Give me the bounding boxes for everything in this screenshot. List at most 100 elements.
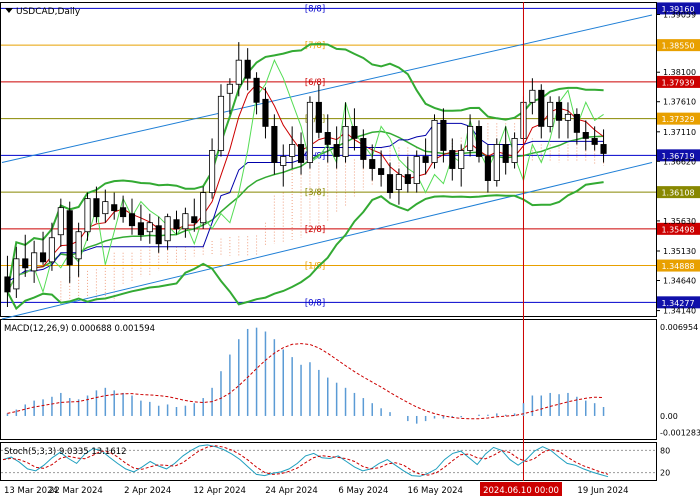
candle-body	[395, 174, 402, 190]
candle-body	[173, 219, 180, 230]
candle-body	[467, 125, 474, 151]
murrey-level-price: 1.35498	[661, 225, 694, 234]
price-tick-label: 1.34640	[663, 276, 696, 285]
candle-body	[262, 98, 269, 127]
time-axis-label: 19 Jun 2024	[577, 486, 628, 496]
murrey-level-label: [2/8]	[305, 225, 325, 235]
murrey-level-price: 1.36108	[661, 189, 694, 198]
time-axis-label: 6 May 2024	[338, 486, 388, 496]
macd-tick-label: 0.00	[660, 412, 678, 421]
candle-body	[555, 101, 563, 121]
candle-body	[386, 174, 394, 194]
candle-body	[547, 101, 554, 127]
price-tick-label: 1.36620	[663, 157, 696, 166]
candle-body	[209, 150, 216, 194]
candle-body	[573, 113, 580, 133]
murrey-level-price: 1.37329	[661, 115, 694, 124]
candle-body	[324, 132, 331, 145]
candle-body	[31, 252, 38, 272]
candle-body	[458, 150, 465, 169]
price-tick-label: 1.35130	[663, 247, 696, 256]
candle-body	[538, 89, 545, 127]
usdcad-daily-chart: [8/8] 1.39160[7/8] 1.38550[6/8] 1.37939[5/8…	[0, 0, 700, 500]
candle-body	[378, 168, 385, 175]
candle-body	[182, 213, 189, 230]
candle-body	[253, 77, 260, 103]
candle-body	[502, 144, 509, 163]
candle-body	[413, 156, 420, 184]
candle-body	[75, 231, 82, 260]
candle-body	[191, 216, 198, 224]
candle-body	[4, 276, 11, 293]
candle-body	[128, 213, 136, 227]
candle-body	[39, 252, 47, 263]
candle-body	[493, 144, 500, 181]
date-marker-label: 2024.06.10 00:00	[483, 486, 559, 496]
murrey-level-price: 1.34888	[661, 262, 694, 271]
candle-body	[475, 125, 483, 157]
candle-body	[511, 138, 518, 163]
price-tick-label: 1.38100	[663, 68, 696, 77]
candle-body	[137, 222, 144, 236]
murrey-level-label: [3/8]	[305, 188, 325, 198]
candle-body	[297, 144, 305, 163]
time-axis-label: 22 Mar 2024	[49, 486, 103, 496]
candle-body	[226, 83, 233, 94]
price-tick-label: 1.37610	[663, 98, 696, 107]
price-tick-label: 1.35630	[663, 217, 696, 226]
candle-body	[484, 156, 491, 181]
murrey-level-label: [6/8]	[305, 78, 325, 88]
candle-body	[57, 207, 64, 236]
time-axis-label: 16 May 2024	[408, 486, 463, 496]
candle-body	[369, 159, 376, 169]
murrey-level-label: [8/8]	[305, 4, 325, 14]
price-tick-label: 1.39059	[663, 10, 696, 19]
price-tick-label: 1.34140	[663, 307, 696, 316]
macd-tick-label: -0.001283	[660, 428, 700, 437]
candle-body	[289, 144, 296, 157]
candle-body	[84, 198, 91, 233]
candle-body	[235, 59, 242, 85]
candle-body	[164, 216, 171, 242]
candle-body	[351, 125, 358, 139]
candle-body	[271, 125, 278, 163]
candle-body	[449, 150, 456, 169]
candle-body	[582, 132, 589, 139]
candle-body	[333, 144, 340, 157]
candle-body	[66, 210, 73, 266]
candle-body	[155, 225, 162, 245]
candle-body	[217, 95, 225, 151]
candle-body	[13, 258, 20, 290]
candle-body	[342, 125, 349, 157]
candle-body	[306, 101, 314, 163]
candle-body	[422, 156, 429, 163]
candle-body	[102, 201, 109, 215]
candle-body	[22, 258, 29, 269]
candle-body	[315, 101, 322, 133]
macd-tick-label: 0.006954	[660, 323, 698, 332]
candle-body	[120, 207, 127, 218]
candle-body	[200, 192, 207, 224]
stoch-level-label: 20	[660, 469, 670, 478]
murrey-level-price: 1.37939	[661, 78, 694, 87]
stoch-level-label: 80	[660, 446, 670, 455]
candle-body	[280, 156, 287, 166]
stochastic-title: Stoch(5,3,3) 9.0335 13.1612	[4, 447, 127, 457]
candle-body	[529, 89, 536, 103]
murrey-level-label: [0/8]	[305, 298, 325, 308]
candle-body	[431, 119, 438, 163]
time-axis-label: 2 Apr 2024	[124, 486, 171, 496]
candle-body	[564, 113, 572, 121]
candle-body	[48, 237, 56, 263]
time-axis-label: 12 Apr 2024	[193, 486, 246, 496]
macd-title: MACD(12,26,9) 0.000688 0.001594	[4, 324, 155, 334]
candle-body	[244, 59, 251, 79]
candle-body	[146, 222, 153, 233]
candle-body	[591, 138, 598, 145]
candle-body	[404, 174, 411, 184]
candle-body	[111, 204, 118, 212]
time-axis-label: 24 Apr 2024	[265, 486, 318, 496]
candle-body	[600, 144, 607, 154]
candle-body	[440, 119, 447, 151]
chart-title: USDCAD,Daily	[16, 7, 81, 17]
